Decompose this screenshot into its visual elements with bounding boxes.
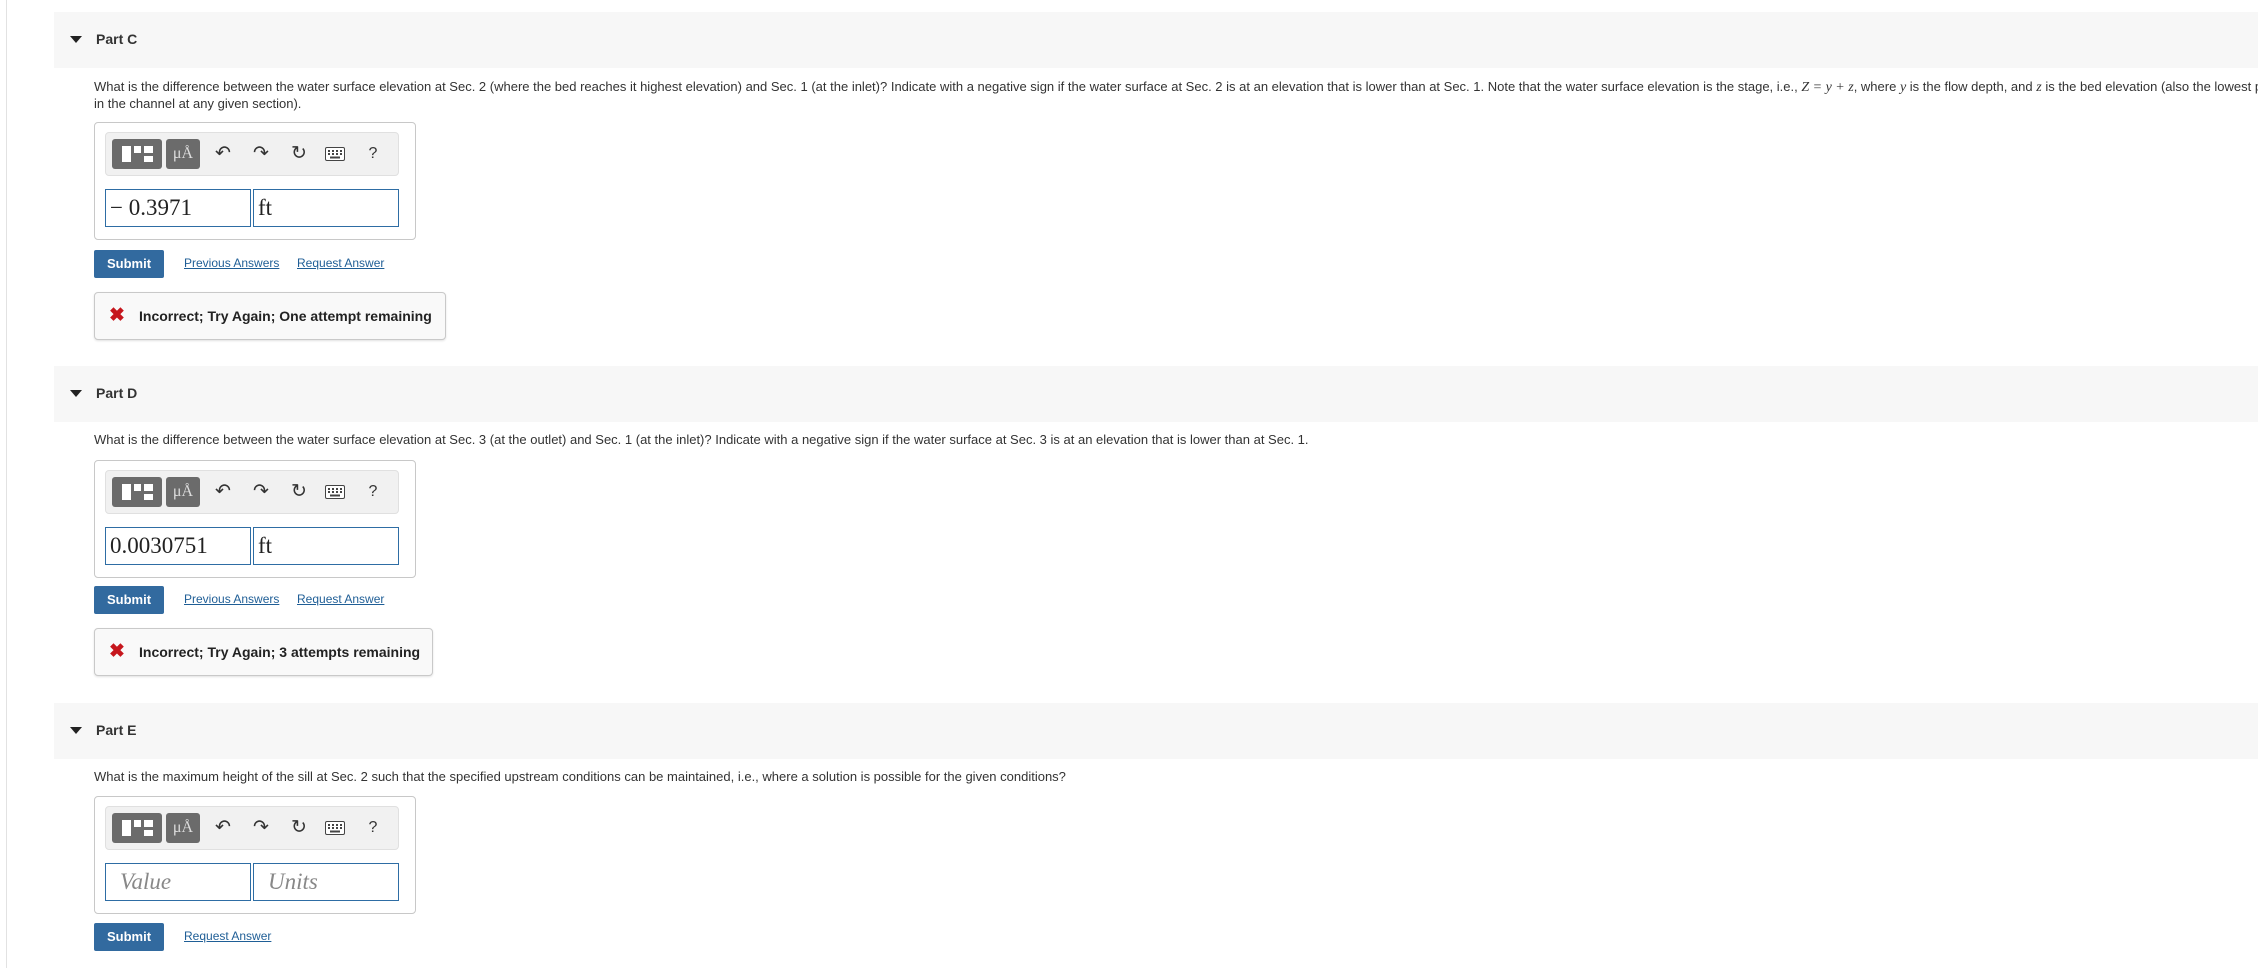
part-c-question: What is the difference between the water… [94, 79, 2258, 111]
submit-button[interactable]: Submit [94, 923, 164, 951]
part-e-header[interactable]: Part E [54, 703, 2258, 759]
units-input[interactable]: Units [253, 863, 399, 901]
previous-answers-link[interactable]: Previous Answers [184, 256, 279, 270]
units-icon[interactable]: μÅ [166, 813, 200, 843]
request-answer-link[interactable]: Request Answer [184, 929, 271, 943]
submit-button[interactable]: Submit [94, 586, 164, 614]
request-answer-link[interactable]: Request Answer [297, 592, 384, 606]
undo-icon[interactable]: ↶ [210, 478, 236, 506]
value-input[interactable]: − 0.3971 [105, 189, 251, 227]
help-icon[interactable]: ? [360, 140, 386, 168]
keyboard-icon[interactable] [322, 478, 348, 506]
feedback-text: Incorrect; Try Again; 3 attempts remaini… [139, 644, 421, 660]
redo-icon[interactable]: ↷ [248, 478, 274, 506]
answer-box: μÅ ↶ ↷ ↻ ? Value Units [94, 796, 416, 914]
previous-answers-link[interactable]: Previous Answers [184, 592, 279, 606]
answer-box: μÅ ↶ ↷ ↻ ? − 0.3971 ft [94, 122, 416, 240]
part-e-title: Part E [96, 722, 137, 738]
math-toolbar: μÅ ↶ ↷ ↻ ? [105, 132, 399, 176]
caret-down-icon[interactable] [70, 36, 82, 43]
part-e: Part E What is the maximum height of the… [54, 703, 2258, 968]
templates-icon[interactable] [112, 139, 162, 169]
units-input[interactable]: ft [253, 189, 399, 227]
templates-icon[interactable] [112, 813, 162, 843]
units-icon[interactable]: μÅ [166, 139, 200, 169]
left-border [6, 0, 7, 968]
keyboard-icon[interactable] [322, 140, 348, 168]
request-answer-link[interactable]: Request Answer [297, 256, 384, 270]
reset-icon[interactable]: ↻ [286, 814, 312, 842]
undo-icon[interactable]: ↶ [210, 814, 236, 842]
part-e-question: What is the maximum height of the sill a… [94, 769, 1066, 784]
reset-icon[interactable]: ↻ [286, 140, 312, 168]
caret-down-icon[interactable] [70, 727, 82, 734]
part-c-header[interactable]: Part C [54, 12, 2258, 68]
value-input[interactable]: 0.0030751 [105, 527, 251, 565]
part-d-question: What is the difference between the water… [94, 432, 1309, 447]
part-d: Part D What is the difference between th… [54, 366, 2258, 682]
value-input[interactable]: Value [105, 863, 251, 901]
keyboard-icon[interactable] [322, 814, 348, 842]
help-icon[interactable]: ? [360, 814, 386, 842]
caret-down-icon[interactable] [70, 390, 82, 397]
help-icon[interactable]: ? [360, 478, 386, 506]
math-stage: Z = y + z [1801, 80, 1854, 95]
feedback-box: ✖ Incorrect; Try Again; One attempt rema… [94, 292, 446, 340]
units-input[interactable]: ft [253, 527, 399, 565]
redo-icon[interactable]: ↷ [248, 140, 274, 168]
undo-icon[interactable]: ↶ [210, 140, 236, 168]
part-d-header[interactable]: Part D [54, 366, 2258, 422]
x-mark-icon: ✖ [109, 641, 125, 662]
part-c: Part C What is the difference between th… [54, 12, 2258, 347]
part-d-title: Part D [96, 385, 138, 401]
math-toolbar: μÅ ↶ ↷ ↻ ? [105, 806, 399, 850]
math-toolbar: μÅ ↶ ↷ ↻ ? [105, 470, 399, 514]
redo-icon[interactable]: ↷ [248, 814, 274, 842]
templates-icon[interactable] [112, 477, 162, 507]
feedback-text: Incorrect; Try Again; One attempt remain… [139, 308, 432, 324]
answer-box: μÅ ↶ ↷ ↻ ? 0.0030751 ft [94, 460, 416, 578]
part-c-title: Part C [96, 31, 138, 47]
submit-button[interactable]: Submit [94, 250, 164, 278]
x-mark-icon: ✖ [109, 305, 125, 326]
reset-icon[interactable]: ↻ [286, 478, 312, 506]
feedback-box: ✖ Incorrect; Try Again; 3 attempts remai… [94, 628, 433, 676]
units-icon[interactable]: μÅ [166, 477, 200, 507]
